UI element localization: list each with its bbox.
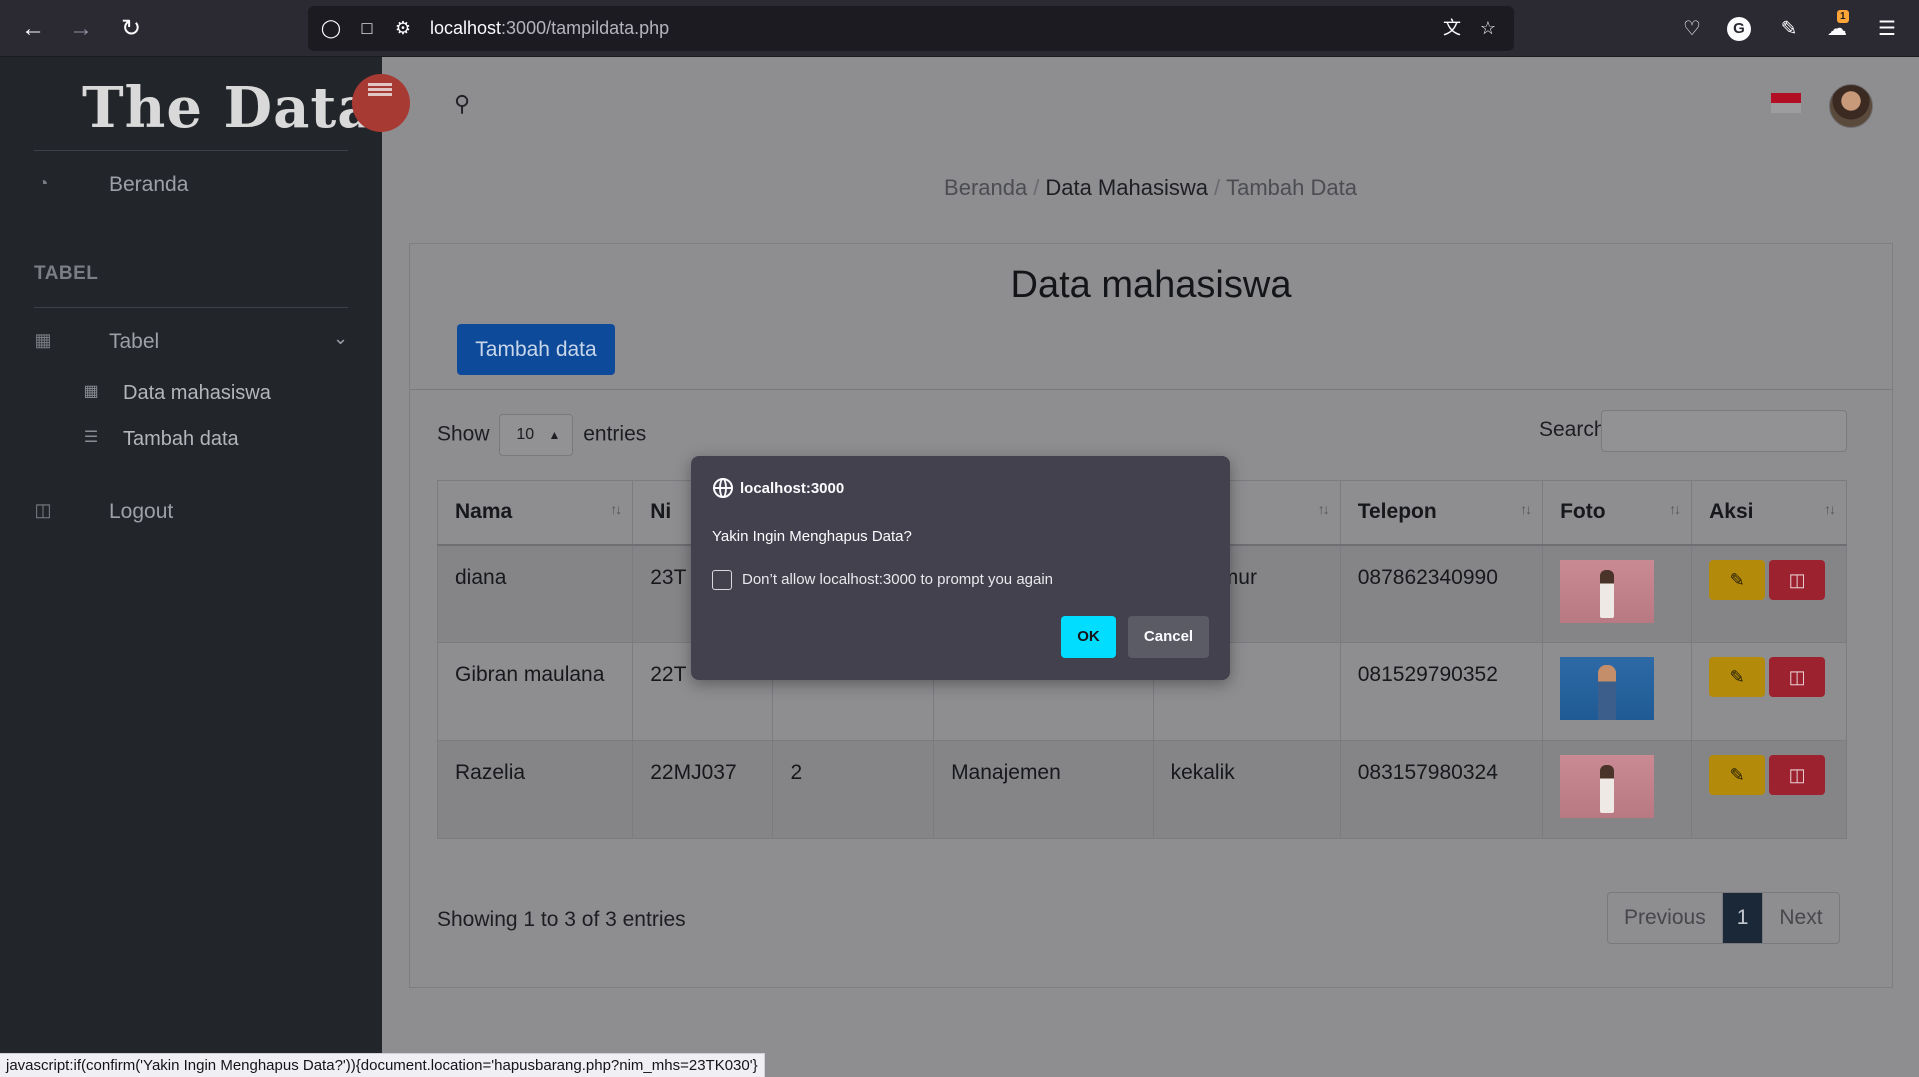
page-icon: □ (361, 18, 373, 38)
delete-button[interactable]: ◫ (1769, 559, 1826, 600)
sidebar-item-beranda[interactable]: ◔ Beranda (0, 165, 382, 205)
confirm-dialog: localhost:3000 Yakin Ingin Menghapus Dat… (691, 456, 1230, 680)
entries-length-control: Show 10 ▲ entries (437, 414, 646, 456)
column-header-telepon[interactable]: Telepon ↑↓ (1339, 480, 1544, 546)
translate-icon[interactable]: 文 (1439, 6, 1465, 51)
column-header-nama[interactable]: Nama ↑↓ (436, 480, 634, 546)
dialog-origin: localhost:3000 (740, 480, 845, 497)
permissions-icon[interactable]: ⚙ (390, 6, 416, 51)
edit-button[interactable]: ✎ (1709, 559, 1766, 600)
sort-icon: ↑↓ (1669, 501, 1681, 517)
avatar[interactable] (1829, 84, 1873, 128)
pagination-next[interactable]: Next (1762, 893, 1838, 943)
sidebar-item-logout[interactable]: ◫ Logout (0, 492, 382, 532)
table-icon: ▦ (83, 383, 99, 400)
cancel-button[interactable]: Cancel (1128, 616, 1209, 658)
dashboard-icon: ◔ (37, 173, 49, 193)
student-photo (1560, 657, 1655, 720)
sidebar-subitem-tambah-data[interactable]: ☰ Tambah data (0, 421, 382, 457)
ok-button[interactable]: OK (1061, 616, 1116, 658)
column-header-foto[interactable]: Foto ↑↓ (1542, 480, 1693, 546)
browser-toolbar: ← → ↻ ◯ □ ⚙ localhost:3000/tampildata.ph… (0, 0, 1919, 57)
menu-icon[interactable]: ☰ (1870, 12, 1904, 46)
shield-icon[interactable]: ◯ (318, 6, 344, 51)
student-photo (1560, 559, 1655, 623)
dialog-message: Yakin Ingin Menghapus Data? (712, 528, 912, 545)
breadcrumb: Beranda / Data Mahasiswa / Tambah Data (944, 175, 1357, 200)
account-icon[interactable]: G (1727, 17, 1751, 41)
status-bar-link-preview: javascript:if(confirm('Yakin Ingin Mengh… (0, 1053, 765, 1077)
chevron-down-icon: ⌄ (333, 328, 349, 348)
sidebar-item-tabel[interactable]: ▦ Tabel ⌄ (0, 322, 382, 362)
sidebar: The Data ◔ Beranda TABEL ▦ Tabel ⌄ ▦ Dat… (0, 57, 382, 1077)
breadcrumb-data-mahasiswa[interactable]: Data Mahasiswa (1045, 175, 1208, 200)
forward-icon[interactable]: → (64, 12, 98, 46)
column-header-aksi[interactable]: Aksi ↑↓ (1691, 480, 1847, 546)
card-header: Data mahasiswa Tambah data (410, 244, 1892, 390)
sidebar-subitem-data-mahasiswa[interactable]: ▦ Data mahasiswa (0, 375, 382, 411)
sidebar-heading: TABEL (34, 263, 99, 284)
extensions-icon[interactable]: ✎ (1772, 12, 1806, 46)
sort-icon: ↑↓ (1317, 501, 1330, 517)
add-data-button[interactable]: Tambah data (457, 324, 615, 375)
dont-allow-checkbox[interactable] (712, 570, 732, 590)
delete-button[interactable]: ◫ (1769, 755, 1826, 795)
database-icon: ☰ (83, 429, 99, 446)
table-row: Razelia 22MJ037 2 Manajemen kekalik 0831… (436, 740, 1847, 839)
table-info: Showing 1 to 3 of 3 entries (437, 908, 686, 931)
pagination-page-1[interactable]: 1 (1721, 893, 1763, 943)
pagination-previous[interactable]: Previous (1608, 893, 1722, 943)
url-bar[interactable]: ◯ □ ⚙ localhost:3000/tampildata.php 文 ☆ (308, 6, 1514, 51)
language-flag-icon[interactable] (1771, 93, 1801, 113)
divider (34, 150, 348, 151)
search-icon[interactable]: ⚲ (454, 91, 470, 117)
sort-icon: ↑↓ (1824, 501, 1836, 517)
sort-icon: ↑↓ (610, 501, 622, 517)
edit-button[interactable]: ✎ (1709, 755, 1766, 795)
student-photo (1560, 755, 1655, 818)
pocket-icon[interactable]: ♡ (1675, 12, 1709, 46)
search-input[interactable] (1601, 410, 1847, 452)
breadcrumb-beranda[interactable]: Beranda (944, 175, 1027, 200)
bookmark-star-icon[interactable]: ☆ (1475, 6, 1501, 51)
dont-allow-label[interactable]: Don’t allow localhost:3000 to prompt you… (742, 571, 1053, 588)
extension-badge: 1 (1837, 10, 1849, 23)
reload-icon[interactable]: ↻ (114, 12, 148, 46)
sidebar-toggle-button[interactable] (352, 74, 410, 132)
breadcrumb-tambah-data: Tambah Data (1226, 175, 1357, 200)
delete-button[interactable]: ◫ (1769, 657, 1826, 697)
globe-icon (713, 478, 733, 498)
table-icon: ▦ (34, 330, 52, 350)
page-title: Data mahasiswa (1010, 264, 1292, 306)
url-text[interactable]: localhost:3000/tampildata.php (430, 6, 669, 51)
back-icon[interactable]: ← (16, 12, 50, 46)
sort-arrows-icon: ▲ (548, 428, 561, 442)
sort-icon: ↑↓ (1520, 501, 1532, 517)
brand-logo[interactable]: The Data (82, 75, 375, 141)
divider (34, 307, 348, 308)
trash-icon: ◫ (34, 500, 52, 520)
pagination: Previous 1 Next (1607, 892, 1840, 944)
page-size-select[interactable]: 10 ▲ (499, 414, 574, 456)
edit-button[interactable]: ✎ (1709, 657, 1766, 697)
